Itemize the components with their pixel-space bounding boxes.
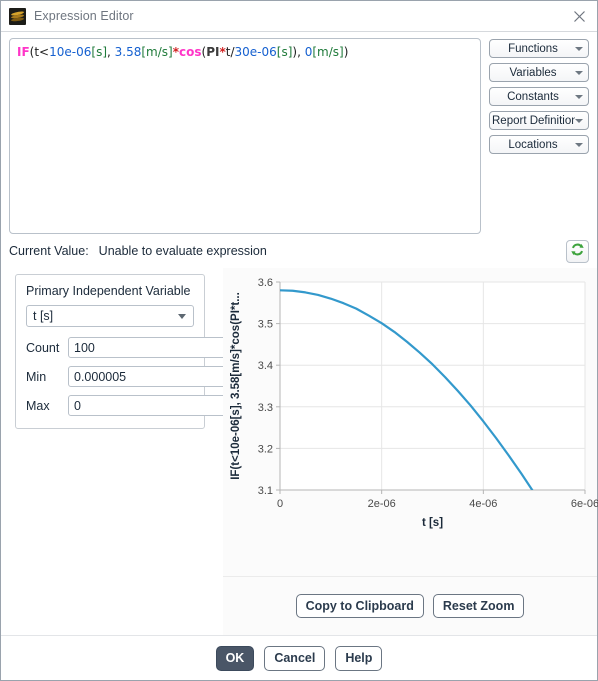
help-button[interactable]: Help (335, 645, 383, 671)
expression-token: 10e-06 (49, 45, 92, 59)
editor-region: IF(t<10e-06[s], 3.58[m/s]*cos(PI*t/30e-0… (1, 32, 597, 234)
y-axis-label: IF(t<10e-06[s], 3.58[m/s]*cos(PI*t... (230, 292, 242, 480)
x-tick-label: 0 (277, 498, 283, 510)
window-title: Expression Editor (34, 9, 134, 23)
close-icon[interactable] (561, 1, 597, 31)
title-bar: Expression Editor (1, 1, 597, 32)
variable-select-value: t [s] (33, 309, 54, 323)
x-axis-label: t [s] (422, 517, 443, 529)
refresh-button[interactable] (566, 239, 589, 263)
chevron-down-icon (575, 142, 583, 147)
min-label: Min (26, 369, 47, 384)
middle-region: Primary Independent Variable t [s] Count (1, 268, 598, 635)
max-label: Max (26, 398, 50, 413)
variables-dropdown-label: Variables (509, 66, 557, 79)
current-value-label: Current Value: (9, 244, 89, 258)
expression-token: t/ (225, 45, 235, 59)
report-definitions-dropdown-label: Report Definitions (492, 114, 575, 127)
count-label: Count (26, 340, 60, 355)
expression-token: [m/s] (312, 45, 344, 59)
y-tick-label: 3.1 (258, 485, 273, 497)
reset-zoom-button[interactable]: Reset Zoom (432, 594, 525, 618)
expression-input[interactable]: IF(t<10e-06[s], 3.58[m/s]*cos(PI*t/30e-0… (9, 38, 481, 234)
current-value-row: Current Value: Unable to evaluate expres… (1, 234, 597, 268)
variable-select[interactable]: t [s] (26, 305, 194, 327)
constants-dropdown-label: Constants (507, 90, 559, 103)
expression-token: (t< (29, 45, 50, 59)
expression-token: ), (292, 45, 305, 59)
y-tick-label: 3.4 (258, 360, 273, 372)
parameters-column: Primary Independent Variable t [s] Count (1, 268, 254, 635)
chevron-down-icon (575, 118, 583, 123)
chart-column: 3.1 3.2 3.3 3.4 3.5 3.6 0 2e-06 4e-06 6e-06 t [s] I… (223, 268, 598, 635)
expression-token: [s] (91, 45, 108, 59)
x-tick-label: 4e-06 (469, 498, 497, 510)
plot-background (280, 282, 585, 490)
min-field-row: Min (26, 366, 241, 387)
chevron-down-icon (575, 94, 583, 99)
expression-token: IF (17, 45, 30, 59)
expression-plot[interactable]: 3.1 3.2 3.3 3.4 3.5 3.6 0 2e-06 4e-06 6e-06 t [s] I… (223, 268, 598, 530)
chart-area[interactable]: 3.1 3.2 3.3 3.4 3.5 3.6 0 2e-06 4e-06 6e-06 t [s] I… (223, 268, 598, 576)
primary-independent-variable-label: Primary Independent Variable (26, 284, 191, 298)
expression-editor-window: Expression Editor IF(t<10e-06[s], 3.58[m… (0, 0, 598, 681)
chevron-down-icon (178, 314, 186, 319)
constants-dropdown-button[interactable]: Constants (489, 87, 589, 106)
y-tick-label: 3.3 (258, 402, 273, 414)
expression-token: PI (206, 45, 220, 59)
functions-dropdown-button[interactable]: Functions (489, 39, 589, 58)
cancel-button[interactable]: Cancel (264, 645, 326, 671)
expression-token: , (107, 45, 115, 59)
insert-button-group: Functions Variables Constants Report Def… (489, 38, 589, 234)
x-tick-label: 6e-06 (571, 498, 598, 510)
max-input[interactable] (68, 395, 241, 416)
expression-token: cos (179, 45, 202, 59)
copy-to-clipboard-button[interactable]: Copy to Clipboard (295, 594, 424, 618)
expression-token: ) (343, 45, 349, 59)
functions-dropdown-label: Functions (508, 42, 558, 55)
report-definitions-dropdown-button[interactable]: Report Definitions (489, 111, 589, 130)
max-field-row: Max (26, 395, 241, 416)
ok-button[interactable]: OK (215, 645, 255, 671)
count-field-row: Count (26, 337, 254, 358)
y-tick-label: 3.5 (258, 319, 273, 331)
dialog-footer: OK Cancel Help (1, 635, 597, 680)
locations-dropdown-button[interactable]: Locations (489, 135, 589, 154)
locations-dropdown-label: Locations (508, 138, 558, 151)
current-value-text: Unable to evaluate expression (98, 244, 267, 258)
chevron-down-icon (575, 70, 583, 75)
primary-independent-variable-panel: Primary Independent Variable t [s] Count (15, 274, 254, 429)
chevron-down-icon (575, 46, 583, 51)
variables-dropdown-button[interactable]: Variables (489, 63, 589, 82)
y-tick-label: 3.2 (258, 443, 273, 455)
expression-text: IF(t<10e-06[s], 3.58[m/s]*cos(PI*t/30e-0… (17, 45, 473, 60)
y-tick-label: 3.6 (258, 277, 273, 289)
x-tick-label: 2e-06 (368, 498, 396, 510)
layers-icon (9, 7, 26, 25)
min-input[interactable] (68, 366, 241, 387)
expression-token: 30e-06 (234, 45, 277, 59)
chart-action-bar: Copy to Clipboard Reset Zoom (223, 576, 597, 635)
expression-token: [m/s] (141, 45, 173, 59)
expression-token: [s] (276, 45, 293, 59)
expression-token: 3.58 (114, 45, 142, 59)
refresh-icon (570, 242, 585, 260)
